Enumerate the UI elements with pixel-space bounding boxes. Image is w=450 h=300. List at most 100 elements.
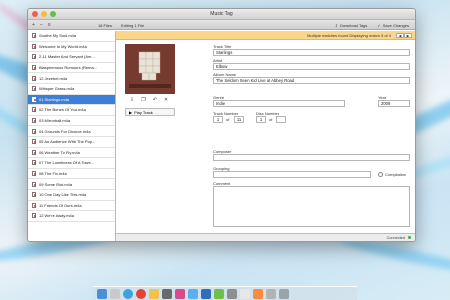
track-filename: 10 One Day Like This.m4a	[39, 192, 87, 198]
safari-dock-icon[interactable]	[123, 288, 133, 299]
download-artwork-icon[interactable]: ⇩	[130, 97, 134, 103]
title-bar: Music Tag	[28, 9, 415, 20]
track-filename: 02 The Bones Of You.m4a	[39, 107, 86, 113]
finder-dock-icon[interactable]	[97, 288, 107, 299]
audio-file-icon	[32, 75, 36, 81]
track-list-item[interactable]: 09 Some Riot.m4a	[28, 179, 115, 190]
chrome-dock-icon[interactable]	[136, 288, 146, 299]
comment-field[interactable]	[213, 186, 410, 227]
track-list-item[interactable]: 12 We're Away.m4a	[28, 211, 115, 222]
grouping-field[interactable]	[213, 171, 371, 178]
audio-file-icon	[32, 54, 36, 60]
trash-dock-icon[interactable]	[279, 288, 289, 299]
track-list-item[interactable]: Welcome to My World.m4a	[28, 42, 115, 53]
track-list-item[interactable]: 05 An Audience With The Pop...	[28, 137, 115, 148]
music-tag-window: Music Tag + − ≡ 18 Files Editing 1 File …	[27, 8, 416, 242]
track-list-item[interactable]: 06 Weather To Fly.m4a	[28, 148, 115, 159]
compilation-checkbox[interactable]	[378, 172, 383, 177]
save-changes-button[interactable]: ✓ Save Changes	[377, 23, 409, 28]
track-filename: 03 Mirrorball.m4a	[39, 118, 71, 124]
remove-file-icon[interactable]: −	[40, 22, 43, 28]
audio-file-icon	[32, 96, 36, 102]
tag-editor: Multiple matches found Displaying match …	[116, 31, 415, 233]
track-filename: 08 The Fix.m4a	[39, 171, 67, 177]
track-filename: 06 Weather To Fly.m4a	[39, 149, 80, 155]
launchpad-dock-icon[interactable]	[110, 288, 120, 299]
terminal-dock-icon[interactable]	[162, 288, 172, 299]
track-list-item[interactable]: 10 One Day Like This.m4a	[28, 190, 115, 201]
album-field[interactable]: The Seldom Seen Kid Live at Abbey Road	[213, 77, 410, 84]
notes-dock-icon[interactable]	[149, 288, 159, 299]
list-view-icon[interactable]: ≡	[48, 22, 51, 28]
track-list-item[interactable]: 12 Jezebel.m4a	[28, 73, 115, 84]
audio-file-icon	[32, 65, 36, 71]
track-filename: 04 Grounds For Divorce.m4a	[39, 128, 91, 134]
track-total-field[interactable]: 11	[234, 116, 244, 123]
downloads-dock-icon[interactable]	[266, 288, 276, 299]
preview-dock-icon[interactable]	[240, 288, 250, 299]
track-list-item[interactable]: 01 Starlings.m4a	[28, 94, 115, 106]
audio-file-icon	[32, 149, 36, 155]
disc-number-field[interactable]: 1	[256, 116, 266, 123]
audio-file-icon	[32, 33, 36, 39]
disc-of-label: of	[269, 117, 273, 122]
mail-dock-icon[interactable]	[188, 288, 198, 299]
track-filename: 01 Starlings.m4a	[39, 96, 70, 102]
app-store-dock-icon[interactable]	[201, 288, 211, 299]
track-list-item[interactable]: Blasphemous Rumours (Rema...	[28, 63, 115, 74]
track-title-field[interactable]: Starlings	[213, 49, 410, 56]
match-message: Multiple matches found Displaying match …	[307, 33, 391, 38]
track-list-item[interactable]: 08 The Fix.m4a	[28, 169, 115, 180]
track-filename: 12 We're Away.m4a	[39, 213, 75, 219]
audio-file-icon	[32, 171, 36, 177]
track-filename: Soothe My Soul.m4a	[39, 33, 77, 39]
undo-icon[interactable]: ↶	[153, 97, 157, 103]
delete-artwork-icon[interactable]: ✕	[164, 97, 168, 103]
audio-file-icon	[32, 43, 36, 49]
audio-file-icon	[32, 202, 36, 208]
track-list-item[interactable]: 07 The Loneliness Of A Towe...	[28, 158, 115, 169]
copy-artwork-icon[interactable]: ❐	[141, 97, 145, 103]
connected-indicator-icon	[408, 236, 411, 240]
music-tag-dock-icon[interactable]	[253, 288, 263, 299]
audio-file-icon	[32, 181, 36, 187]
settings-dock-icon[interactable]	[227, 288, 237, 299]
genre-field[interactable]: Indie	[213, 100, 345, 107]
next-match-button[interactable]: ▶	[404, 32, 412, 38]
track-filename: 05 An Audience With The Pop...	[39, 139, 96, 145]
track-number-field[interactable]: 1	[213, 116, 223, 123]
track-list-item[interactable]: Whisper Grass.m4a	[28, 84, 115, 95]
track-list[interactable]: Soothe My Soul.m4a Welcome to My World.m4…	[28, 31, 116, 241]
track-filename: Whisper Grass.m4a	[39, 86, 75, 92]
add-file-icon[interactable]: +	[32, 22, 35, 28]
download-tags-button[interactable]: ⇩ Download Tags	[335, 23, 368, 28]
match-banner: Multiple matches found Displaying match …	[116, 31, 415, 40]
audio-file-icon	[32, 213, 36, 219]
composer-field[interactable]	[213, 154, 410, 161]
audio-file-icon	[32, 107, 36, 113]
track-list-item[interactable]: 02 The Bones Of You.m4a	[28, 105, 115, 116]
track-list-item[interactable]: Soothe My Soul.m4a	[28, 31, 115, 42]
track-filename: Welcome to My World.m4a	[39, 43, 87, 49]
itunes-dock-icon[interactable]	[175, 288, 185, 299]
track-list-item[interactable]: 03 Mirrorball.m4a	[28, 116, 115, 127]
audio-file-icon	[32, 118, 36, 124]
play-track-button[interactable]: ▶ Play Track	[125, 108, 175, 116]
audio-file-icon	[32, 192, 36, 198]
track-list-item[interactable]: 11 Friends Of Ours.m4a	[28, 201, 115, 212]
status-bar: Connected	[116, 233, 415, 241]
track-list-item[interactable]: 04 Grounds For Divorce.m4a	[28, 126, 115, 137]
year-field[interactable]: 2009	[378, 100, 410, 107]
disc-total-field[interactable]	[276, 116, 286, 123]
audio-file-icon	[32, 139, 36, 145]
artist-field[interactable]: Elbow	[213, 63, 410, 70]
audio-file-icon	[32, 160, 36, 166]
album-artwork[interactable]	[125, 44, 175, 94]
prev-match-button[interactable]: ◀	[396, 32, 404, 38]
track-filename: 09 Some Riot.m4a	[39, 181, 73, 187]
track-of-label: of	[226, 117, 230, 122]
toolbar: + − ≡ 18 Files Editing 1 File ⇩ Download…	[28, 20, 415, 30]
track-list-item[interactable]: 2-11 Master And Servant (Am...	[28, 52, 115, 63]
messages-dock-icon[interactable]	[214, 288, 224, 299]
audio-file-icon	[32, 128, 36, 134]
